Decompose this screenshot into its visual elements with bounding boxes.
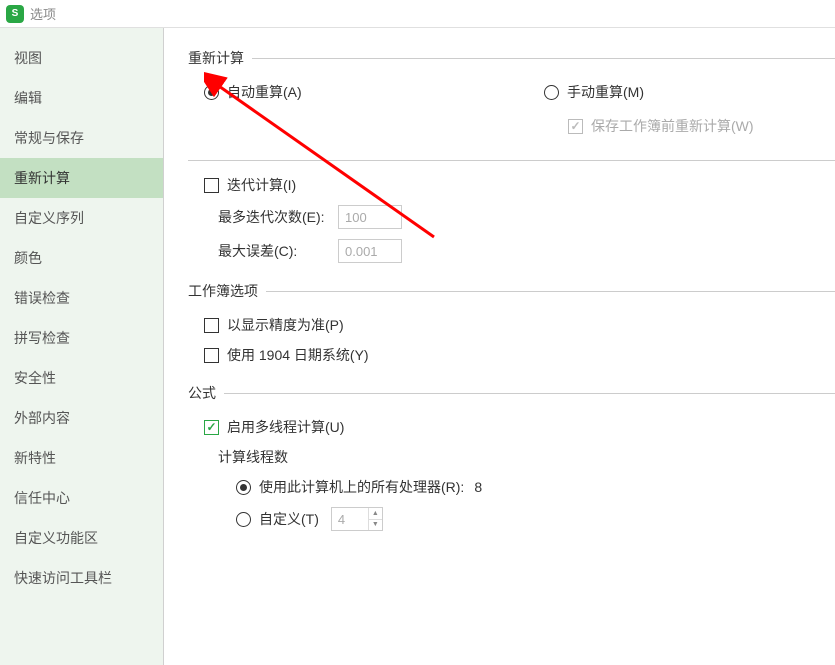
sidebar-item-7[interactable]: 拼写检查 bbox=[0, 318, 163, 358]
section-recalc: 重新计算 自动重算(A) 手动重算(M) bbox=[188, 48, 835, 263]
spinner-down-icon[interactable]: ▼ bbox=[368, 520, 382, 531]
app-logo-icon: S bbox=[6, 5, 24, 23]
sidebar-item-10[interactable]: 新特性 bbox=[0, 438, 163, 478]
radio-all-processors[interactable]: 使用此计算机上的所有处理器(R): 8 bbox=[188, 477, 835, 497]
sidebar-item-9[interactable]: 外部内容 bbox=[0, 398, 163, 438]
section-title-formula: 公式 bbox=[188, 383, 216, 403]
checkbox-icon bbox=[568, 119, 583, 134]
divider bbox=[188, 160, 835, 161]
section-formula: 公式 启用多线程计算(U) 计算线程数 使用此计算机上的所有处理器(R): 8 … bbox=[188, 383, 835, 531]
divider bbox=[266, 291, 835, 292]
checkbox-icon bbox=[204, 420, 219, 435]
sidebar: 视图编辑常规与保存重新计算自定义序列颜色错误检查拼写检查安全性外部内容新特性信任… bbox=[0, 28, 164, 665]
input-max-diff[interactable] bbox=[338, 239, 402, 263]
spinner-up-icon[interactable]: ▲ bbox=[368, 508, 382, 520]
checkbox-icon bbox=[204, 348, 219, 363]
label-max-diff: 最大误差(C): bbox=[218, 241, 338, 261]
checkbox-date1904[interactable]: 使用 1904 日期系统(Y) bbox=[188, 345, 835, 365]
divider bbox=[252, 58, 835, 59]
input-max-iterations[interactable] bbox=[338, 205, 402, 229]
sidebar-item-13[interactable]: 快速访问工具栏 bbox=[0, 558, 163, 598]
radio-icon bbox=[236, 480, 251, 495]
radio-icon bbox=[544, 85, 559, 100]
checkbox-icon bbox=[204, 178, 219, 193]
checkbox-multithread[interactable]: 启用多线程计算(U) bbox=[188, 417, 835, 437]
sidebar-item-8[interactable]: 安全性 bbox=[0, 358, 163, 398]
sidebar-item-3[interactable]: 重新计算 bbox=[0, 158, 163, 198]
radio-label-auto: 自动重算(A) bbox=[227, 82, 302, 102]
checkbox-label-multithread: 启用多线程计算(U) bbox=[227, 417, 344, 437]
checkbox-save-before-recalc: 保存工作簿前重新计算(W) bbox=[544, 116, 835, 136]
section-workbook: 工作簿选项 以显示精度为准(P) 使用 1904 日期系统(Y) bbox=[188, 281, 835, 365]
sidebar-item-11[interactable]: 信任中心 bbox=[0, 478, 163, 518]
radio-icon bbox=[236, 512, 251, 527]
radio-icon bbox=[204, 85, 219, 100]
radio-auto-recalc[interactable]: 自动重算(A) bbox=[204, 82, 544, 102]
window-title: 选项 bbox=[30, 4, 56, 23]
sidebar-item-4[interactable]: 自定义序列 bbox=[0, 198, 163, 238]
sidebar-item-0[interactable]: 视图 bbox=[0, 38, 163, 78]
content-panel: 重新计算 自动重算(A) 手动重算(M) bbox=[164, 28, 835, 665]
sidebar-item-6[interactable]: 错误检查 bbox=[0, 278, 163, 318]
checkbox-label-date1904: 使用 1904 日期系统(Y) bbox=[227, 345, 369, 365]
label-max-iterations: 最多迭代次数(E): bbox=[218, 207, 338, 227]
radio-label-all-processors: 使用此计算机上的所有处理器(R): bbox=[259, 477, 464, 497]
checkbox-iterative-calc[interactable]: 迭代计算(I) bbox=[188, 175, 835, 195]
titlebar: S 选项 bbox=[0, 0, 835, 28]
sidebar-item-2[interactable]: 常规与保存 bbox=[0, 118, 163, 158]
section-title-workbook: 工作簿选项 bbox=[188, 281, 258, 301]
checkbox-label-iterative: 迭代计算(I) bbox=[227, 175, 296, 195]
checkbox-label-save-before: 保存工作簿前重新计算(W) bbox=[591, 116, 754, 136]
radio-label-custom: 自定义(T) bbox=[259, 509, 319, 529]
checkbox-label-precision: 以显示精度为准(P) bbox=[227, 315, 344, 335]
radio-custom-threads[interactable]: 自定义(T) ▲ ▼ bbox=[188, 507, 835, 531]
radio-label-manual: 手动重算(M) bbox=[567, 82, 644, 102]
label-threads-title: 计算线程数 bbox=[218, 447, 288, 467]
sidebar-item-5[interactable]: 颜色 bbox=[0, 238, 163, 278]
spinner-custom-threads[interactable]: ▲ ▼ bbox=[331, 507, 383, 531]
divider bbox=[224, 393, 835, 394]
sidebar-item-1[interactable]: 编辑 bbox=[0, 78, 163, 118]
checkbox-precision[interactable]: 以显示精度为准(P) bbox=[188, 315, 835, 335]
section-title-recalc: 重新计算 bbox=[188, 48, 244, 68]
sidebar-item-12[interactable]: 自定义功能区 bbox=[0, 518, 163, 558]
processor-count: 8 bbox=[474, 479, 482, 495]
checkbox-icon bbox=[204, 318, 219, 333]
radio-manual-recalc[interactable]: 手动重算(M) bbox=[544, 82, 835, 102]
